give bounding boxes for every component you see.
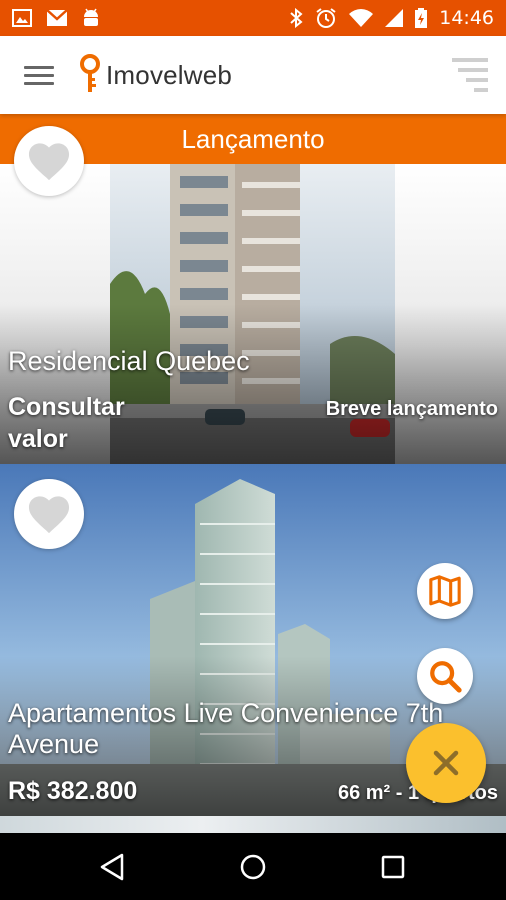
map-view-button[interactable]: [417, 563, 473, 619]
listing-price: R$ 382.800: [8, 777, 138, 805]
app-bar: Imovelweb: [0, 36, 506, 114]
filter-sort-icon[interactable]: [452, 58, 488, 92]
bluetooth-icon: [290, 8, 303, 28]
logo-text: Imovelweb: [106, 59, 233, 90]
listing-price-line-1: Consultar: [8, 393, 125, 421]
listing-title-line-2: Avenue: [8, 729, 100, 759]
favorite-button[interactable]: [14, 126, 84, 196]
gmail-icon: [46, 9, 68, 26]
listing-title: Residencial Quebec: [8, 346, 250, 376]
listing-card-partial[interactable]: [0, 816, 506, 833]
home-button[interactable]: [237, 851, 269, 883]
favorite-button[interactable]: [14, 479, 84, 549]
app-logo: Imovelweb: [80, 54, 232, 96]
close-fab-button[interactable]: [406, 723, 486, 803]
search-icon: [430, 661, 462, 693]
recents-icon: [381, 855, 405, 879]
listing-price-line-2: valor: [8, 425, 68, 453]
status-bar: 14:46: [0, 0, 506, 36]
clock: 14:46: [439, 7, 494, 29]
recents-button[interactable]: [377, 851, 409, 883]
back-button[interactable]: [96, 851, 128, 883]
listing-price: Consultar valor: [8, 391, 125, 455]
wifi-icon: [349, 9, 374, 27]
listing-card[interactable]: Lançamento Residencial Quebec Consultar: [0, 114, 506, 464]
signal-icon: [385, 9, 404, 27]
battery-icon: [415, 8, 428, 28]
home-icon: [240, 854, 266, 880]
hamburger-menu-icon[interactable]: [24, 66, 54, 86]
map-icon: [429, 575, 461, 607]
logo-pin-icon: [80, 54, 100, 92]
close-icon: [433, 750, 459, 776]
listing-status: Breve lançamento: [325, 398, 498, 420]
listing-title-line-1: Apartamentos Live Convenience 7th: [8, 698, 444, 728]
android-icon: [84, 8, 98, 26]
search-button[interactable]: [417, 648, 473, 704]
image-icon: [12, 9, 32, 27]
heart-icon: [28, 143, 70, 181]
alarm-icon: [316, 8, 336, 28]
system-nav-bar: [0, 833, 506, 900]
back-icon: [100, 853, 124, 881]
heart-icon: [28, 496, 70, 534]
listing-title: Apartamentos Live Convenience 7th Avenue: [8, 698, 443, 760]
